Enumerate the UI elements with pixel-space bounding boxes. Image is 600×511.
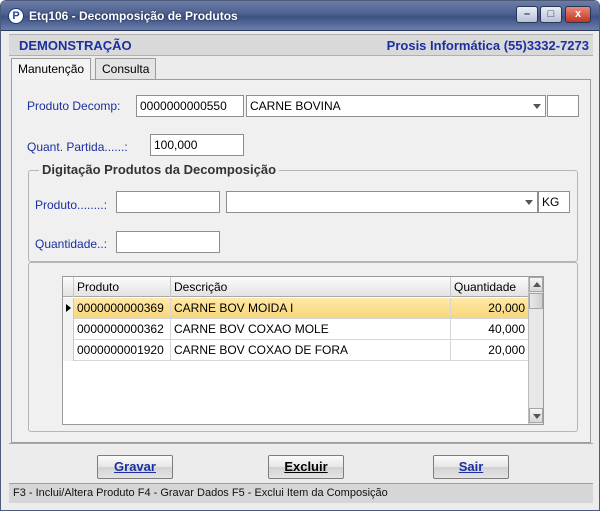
cell-produto: 0000000000369 <box>74 298 171 319</box>
produto-decomp-extra-input[interactable] <box>547 95 579 117</box>
app-window: P Etq106 - Decomposição de Produtos – □ … <box>0 0 600 511</box>
composition-grid[interactable]: Produto Descrição Quantidade 00000000003… <box>62 276 544 425</box>
scroll-up-button[interactable] <box>529 277 543 292</box>
excluir-button[interactable]: Excluir <box>268 455 344 479</box>
tab-manutencao[interactable]: Manutenção <box>11 58 92 80</box>
table-row[interactable]: 0000000000369 CARNE BOV MOIDA I 20,000 <box>63 298 529 319</box>
produto-code-input[interactable] <box>116 191 220 213</box>
cell-descricao: CARNE BOV COXAO MOLE <box>171 319 451 340</box>
grid-header-indicator <box>63 277 74 297</box>
minimize-button[interactable]: – <box>516 6 538 23</box>
header-band: DEMONSTRAÇÃO Prosis Informática (55)3332… <box>9 34 593 56</box>
quant-partida-input[interactable]: 100,000 <box>150 134 244 156</box>
unit-field: KG <box>538 191 570 213</box>
gravar-button[interactable]: Gravar <box>97 455 173 479</box>
close-button[interactable]: x <box>565 6 591 23</box>
chevron-down-icon <box>525 200 533 205</box>
maximize-button[interactable]: □ <box>540 6 562 23</box>
footer-divider <box>9 443 593 444</box>
groupbox-title: Digitação Produtos da Decomposição <box>39 162 280 177</box>
produto-select[interactable] <box>226 191 538 213</box>
table-row[interactable]: 0000000001920 CARNE BOV COXAO DE FORA 20… <box>63 340 529 361</box>
grid-frame: Produto Descrição Quantidade 00000000003… <box>28 262 578 432</box>
scroll-down-button[interactable] <box>529 408 543 423</box>
decomposition-groupbox: Digitação Produtos da Decomposição Produ… <box>28 162 578 262</box>
current-row-arrow-icon <box>66 304 71 312</box>
scroll-thumb[interactable] <box>529 293 543 309</box>
company-mode-label: DEMONSTRAÇÃO <box>19 38 132 53</box>
produto-decomp-code-input[interactable]: 0000000000550 <box>136 95 244 117</box>
table-row[interactable]: 0000000000362 CARNE BOV COXAO MOLE 40,00… <box>63 319 529 340</box>
arrow-up-icon <box>533 282 541 287</box>
column-header-quantidade[interactable]: Quantidade <box>451 277 529 297</box>
quantidade-label: Quantidade..: <box>35 237 108 251</box>
column-header-descricao[interactable]: Descrição <box>171 277 451 297</box>
app-logo-icon: P <box>8 8 24 24</box>
cell-quantidade: 20,000 <box>451 298 529 319</box>
quant-partida-label: Quant. Partida......: <box>27 140 128 154</box>
chevron-down-icon <box>533 104 541 109</box>
row-indicator <box>63 340 74 361</box>
produto-label: Produto........: <box>35 198 108 212</box>
status-bar: F3 - Inclui/Altera Produto F4 - Gravar D… <box>9 483 593 503</box>
cell-descricao: CARNE BOV COXAO DE FORA <box>171 340 451 361</box>
quantidade-input[interactable] <box>116 231 220 253</box>
arrow-down-icon <box>533 414 541 419</box>
grid-header: Produto Descrição Quantidade <box>63 277 529 297</box>
cell-quantidade: 40,000 <box>451 319 529 340</box>
produto-decomp-select-value: CARNE BOVINA <box>250 99 341 113</box>
row-indicator <box>63 319 74 340</box>
tab-panel-manutencao: Produto Decomp: 0000000000550 CARNE BOVI… <box>11 79 591 443</box>
sair-button[interactable]: Sair <box>433 455 509 479</box>
tab-consulta[interactable]: Consulta <box>95 58 157 79</box>
cell-produto: 0000000000362 <box>74 319 171 340</box>
window-title: Etq106 - Decomposição de Produtos <box>29 9 238 23</box>
row-indicator <box>63 298 74 319</box>
vendor-contact-label: Prosis Informática (55)3332-7273 <box>386 38 589 53</box>
cell-quantidade: 20,000 <box>451 340 529 361</box>
cell-descricao: CARNE BOV MOIDA I <box>171 298 451 319</box>
produto-decomp-select[interactable]: CARNE BOVINA <box>246 95 546 117</box>
grid-vertical-scrollbar[interactable] <box>528 277 543 424</box>
title-bar[interactable]: P Etq106 - Decomposição de Produtos – □ … <box>1 1 599 31</box>
cell-produto: 0000000001920 <box>74 340 171 361</box>
produto-decomp-label: Produto Decomp: <box>27 99 121 113</box>
column-header-produto[interactable]: Produto <box>74 277 171 297</box>
